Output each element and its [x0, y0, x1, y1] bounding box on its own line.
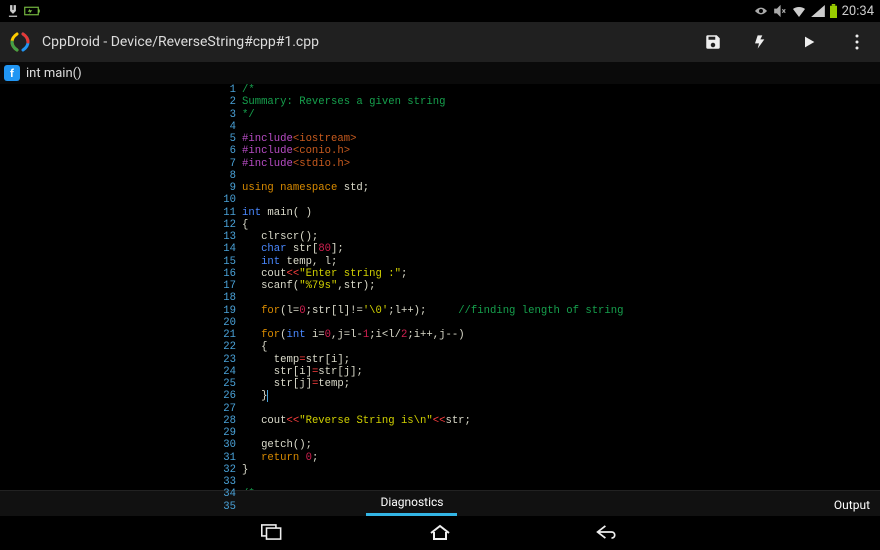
tab-diagnostics[interactable]: Diagnostics	[366, 491, 457, 516]
bottom-tabbar: Diagnostics Output	[0, 490, 880, 516]
line-number: 3	[214, 109, 236, 121]
code-line[interactable]: int main( )	[242, 207, 880, 219]
left-margin	[0, 84, 214, 490]
code-line[interactable]: /*	[242, 84, 880, 96]
mute-icon	[773, 4, 787, 18]
line-number: 4	[214, 121, 236, 133]
line-number: 21	[214, 329, 236, 341]
line-number: 33	[214, 476, 236, 488]
line-number: 24	[214, 366, 236, 378]
android-navbar	[0, 516, 880, 548]
line-number: 20	[214, 317, 236, 329]
line-number: 7	[214, 158, 236, 170]
line-number: 28	[214, 415, 236, 427]
line-number: 25	[214, 378, 236, 390]
code-line[interactable]	[242, 476, 880, 488]
usb-debug-icon	[6, 4, 20, 18]
line-number: 19	[214, 305, 236, 317]
code-line[interactable]: #include<iostream>	[242, 133, 880, 145]
code-line[interactable]	[242, 403, 880, 415]
battery-charging-icon	[24, 4, 42, 18]
code-line[interactable]: }	[242, 390, 880, 402]
line-number: 22	[214, 341, 236, 353]
line-number-gutter: 1234567891011121314151617181920212223242…	[214, 84, 242, 490]
line-number: 1	[214, 84, 236, 96]
battery-icon	[829, 4, 838, 18]
wifi-icon	[791, 5, 807, 17]
code-line[interactable]: /*	[242, 488, 880, 490]
app-title: CppDroid - Device/ReverseString#cpp#1.cp…	[42, 34, 694, 50]
line-number: 18	[214, 292, 236, 304]
line-number: 16	[214, 268, 236, 280]
line-number: 6	[214, 145, 236, 157]
code-line[interactable]: */	[242, 109, 880, 121]
code-line[interactable]: Summary: Reverses a given string	[242, 96, 880, 108]
code-line[interactable]: {	[242, 219, 880, 231]
line-number: 23	[214, 354, 236, 366]
play-icon[interactable]	[800, 33, 818, 51]
line-number: 10	[214, 194, 236, 206]
code-line[interactable]: int temp, l;	[242, 256, 880, 268]
code-editor[interactable]: 1234567891011121314151617181920212223242…	[0, 84, 880, 490]
line-number: 31	[214, 452, 236, 464]
line-number: 15	[214, 256, 236, 268]
line-number: 17	[214, 280, 236, 292]
code-line[interactable]: cout<<"Enter string :";	[242, 268, 880, 280]
code-line[interactable]: str[i]=str[j];	[242, 366, 880, 378]
symbol-breadcrumb[interactable]: f int main()	[0, 62, 880, 84]
line-number: 26	[214, 390, 236, 402]
code-line[interactable]: return 0;	[242, 452, 880, 464]
back-icon[interactable]	[594, 518, 622, 546]
clock: 20:34	[842, 4, 874, 19]
line-number: 13	[214, 231, 236, 243]
eye-icon	[753, 5, 769, 17]
app-toolbar: CppDroid - Device/ReverseString#cpp#1.cp…	[0, 22, 880, 62]
line-number: 12	[214, 219, 236, 231]
code-line[interactable]: }	[242, 464, 880, 476]
line-number: 29	[214, 427, 236, 439]
symbol-label: int main()	[26, 66, 82, 81]
recent-apps-icon[interactable]	[258, 518, 286, 546]
line-number: 14	[214, 243, 236, 255]
code-line[interactable]	[242, 427, 880, 439]
line-number: 8	[214, 170, 236, 182]
code-line[interactable]: getch();	[242, 439, 880, 451]
code-line[interactable]: scanf("%79s",str);	[242, 280, 880, 292]
line-number: 2	[214, 96, 236, 108]
code-line[interactable]	[242, 292, 880, 304]
code-line[interactable]	[242, 194, 880, 206]
save-icon[interactable]	[704, 33, 722, 51]
code-line[interactable]: for(int i=0,j=l-1;i<l/2;i++,j--)	[242, 329, 880, 341]
code-line[interactable]	[242, 317, 880, 329]
overflow-menu-icon[interactable]	[848, 33, 866, 51]
line-number: 5	[214, 133, 236, 145]
android-statusbar: 20:34	[0, 0, 880, 22]
home-icon[interactable]	[426, 518, 454, 546]
code-line[interactable]: cout<<"Reverse String is\n"<<str;	[242, 415, 880, 427]
line-number: 11	[214, 207, 236, 219]
code-line[interactable]	[242, 121, 880, 133]
app-logo-icon	[8, 30, 32, 54]
line-number: 27	[214, 403, 236, 415]
code-line[interactable]: str[j]=temp;	[242, 378, 880, 390]
code-line[interactable]: temp=str[i];	[242, 354, 880, 366]
code-line[interactable]: using namespace std;	[242, 182, 880, 194]
code-line[interactable]: #include<stdio.h>	[242, 158, 880, 170]
signal-icon	[811, 5, 825, 17]
line-number: 30	[214, 439, 236, 451]
line-number: 9	[214, 182, 236, 194]
line-number: 32	[214, 464, 236, 476]
bolt-icon[interactable]	[752, 33, 770, 51]
code-line[interactable]	[242, 170, 880, 182]
function-icon: f	[4, 65, 20, 81]
code-line[interactable]: #include<conio.h>	[242, 145, 880, 157]
tab-output[interactable]: Output	[824, 494, 880, 516]
code-line[interactable]: {	[242, 341, 880, 353]
code-line[interactable]: for(l=0;str[l]!='\0';l++); //finding len…	[242, 305, 880, 317]
line-number: 35	[214, 501, 236, 513]
code-body[interactable]: /*Summary: Reverses a given string*/#inc…	[242, 84, 880, 490]
code-line[interactable]: clrscr();	[242, 231, 880, 243]
code-line[interactable]: char str[80];	[242, 243, 880, 255]
line-number: 34	[214, 488, 236, 500]
